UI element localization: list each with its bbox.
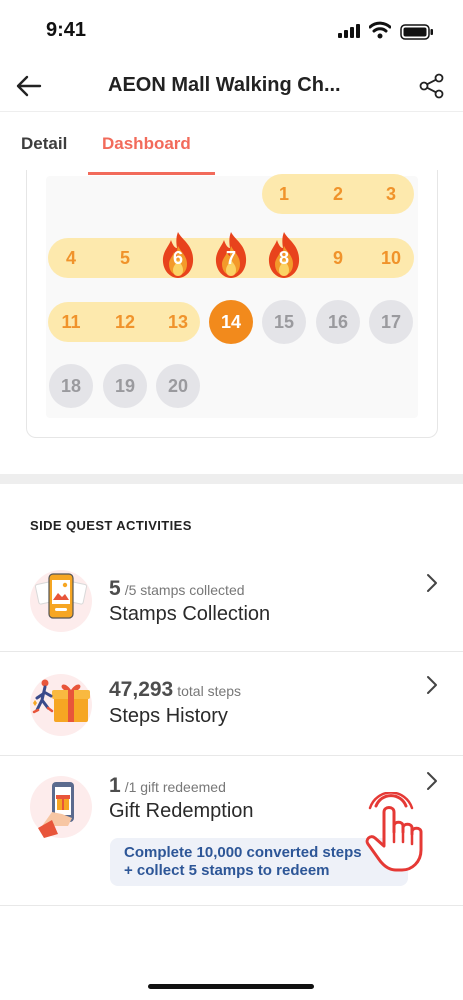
calendar-day[interactable]: 3 [369,172,413,216]
chevron-right-icon [427,772,437,790]
section-divider [0,474,463,484]
tab-bar: Detail Dashboard [0,112,463,176]
hint-line: + collect 5 stamps to redeem [124,862,330,879]
activity-steps-history[interactable]: 47,293 total steps Steps History [0,652,463,756]
activity-name: Gift Redemption [109,800,254,822]
calendar-day-streak[interactable]: 8 [262,232,306,280]
wifi-icon [369,21,391,39]
activity-count: 5 /5 stamps collected [109,577,245,600]
calendar-day[interactable]: 13 [156,300,200,344]
calendar-day-future[interactable]: 18 [49,364,93,408]
calendar-day[interactable]: 4 [49,236,93,280]
activity-count: 47,293 total steps [109,678,242,701]
calendar-day-future[interactable]: 19 [103,364,147,408]
chevron-right-icon [427,676,437,694]
calendar-day[interactable]: 12 [103,300,147,344]
calendar-day[interactable]: 9 [316,236,360,280]
calendar-day-today[interactable]: 14 [209,300,253,344]
calendar-day[interactable]: 1 [262,172,306,216]
calendar-day-streak[interactable]: 6 [156,232,200,280]
chevron-right-icon [427,574,437,592]
status-bar: 9:41 [0,0,463,60]
phone-gift-icon [30,776,92,838]
hint-line: Complete 10,000 converted steps [124,844,362,861]
calendar-day-streak[interactable]: 7 [209,232,253,280]
activity-name: Steps History [109,705,228,727]
activity-count: 1 /1 gift redeemed [109,774,226,797]
status-time: 9:41 [46,19,87,41]
calendar-day-future[interactable]: 15 [262,300,306,344]
tab-dashboard[interactable]: Dashboard [102,134,191,154]
calendar-day-future[interactable]: 20 [156,364,200,408]
home-indicator [148,984,314,989]
section-title: SIDE QUEST ACTIVITIES [30,518,192,533]
calendar-day[interactable]: 10 [369,236,413,280]
calendar-day[interactable]: 2 [316,172,360,216]
tap-hand-icon [365,792,423,872]
calendar-grid: 1 2 3 4 5 6 7 8 9 10 11 12 13 14 15 16 1… [46,174,418,418]
cellular-signal-icon [338,24,360,38]
app-header: AEON Mall Walking Ch... [0,60,463,112]
activity-name: Stamps Collection [109,603,271,625]
calendar-day-future[interactable]: 17 [369,300,413,344]
activity-stamps-collection[interactable]: 5 /5 stamps collected Stamps Collection [0,552,463,652]
battery-icon [400,24,433,40]
calendar-day[interactable]: 5 [103,236,147,280]
calendar-day-future[interactable]: 16 [316,300,360,344]
page-title: AEON Mall Walking Ch... [108,74,341,96]
runner-gift-icon [30,674,92,736]
tab-detail[interactable]: Detail [21,134,67,154]
calendar-day[interactable]: 11 [49,300,93,344]
share-icon[interactable] [418,72,446,100]
back-arrow-icon[interactable] [14,72,44,100]
phone-photo-icon [30,570,92,632]
